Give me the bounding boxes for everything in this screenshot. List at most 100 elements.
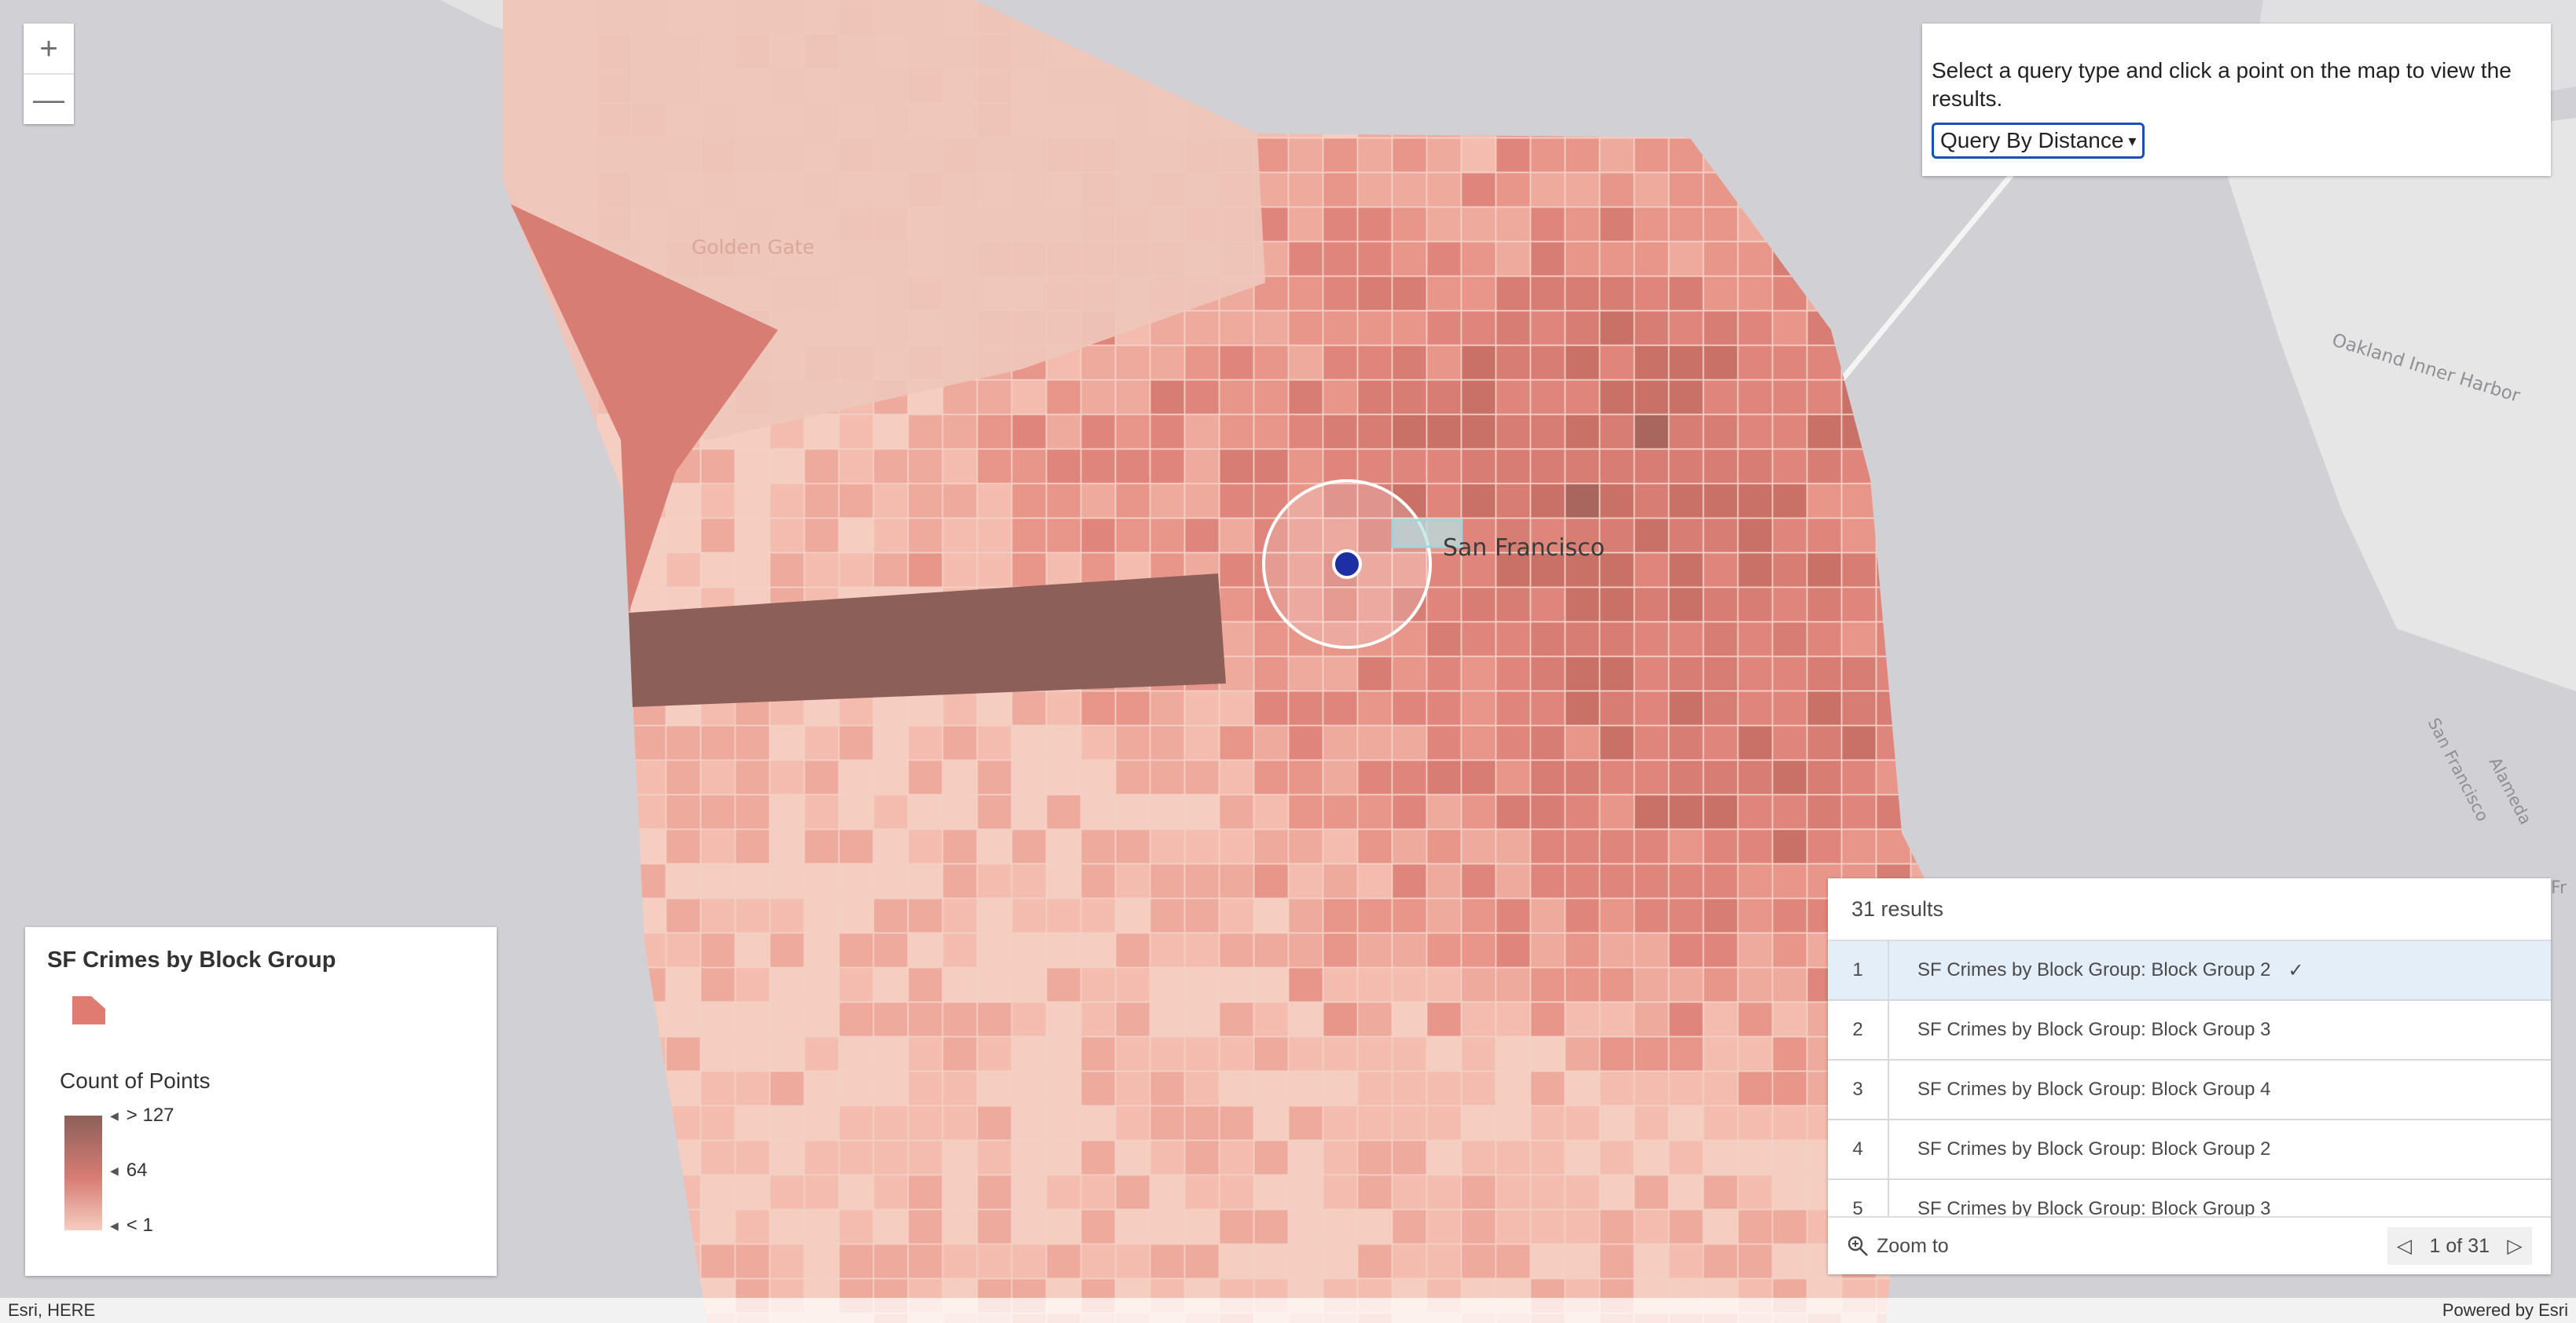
block-group-cell	[1634, 587, 1669, 622]
block-group-cell	[1668, 1175, 1704, 1210]
block-group-cell	[700, 449, 736, 484]
block-group-cell	[1115, 379, 1150, 415]
legend-layer-title: SF Crimes by Block Group	[47, 947, 336, 973]
block-group-cell	[1495, 933, 1531, 968]
block-group-cell	[1046, 1002, 1081, 1037]
block-group-cell	[666, 933, 701, 968]
block-group-cell	[838, 760, 874, 795]
block-group-cell	[1288, 863, 1323, 899]
query-type-value: Query By Distance	[1940, 128, 2124, 152]
block-group-cell	[1011, 898, 1047, 933]
block-group-cell	[1081, 379, 1116, 415]
result-row[interactable]: 1 SF Crimes by Block Group: Block Group …	[1828, 941, 2551, 1001]
results-list[interactable]: 1 SF Crimes by Block Group: Block Group …	[1828, 941, 2551, 1218]
block-group-cell	[1046, 829, 1081, 864]
block-group-cell	[1046, 518, 1081, 553]
block-group-cell	[1738, 898, 1773, 933]
block-group-cell	[1426, 621, 1462, 657]
block-group-cell	[838, 933, 874, 968]
block-group-cell	[942, 898, 978, 933]
block-group-cell	[873, 449, 908, 484]
block-group-cell	[735, 1002, 770, 1037]
block-group-cell	[1599, 345, 1635, 380]
block-group-cell	[1668, 725, 1704, 760]
block-group-cell	[1323, 1002, 1358, 1037]
block-group-cell	[1565, 829, 1600, 864]
result-row[interactable]: 2 SF Crimes by Block Group: Block Group …	[1828, 1001, 2551, 1061]
block-group-cell	[1150, 345, 1185, 380]
block-group-cell	[942, 552, 978, 588]
block-group-cell	[1392, 794, 1427, 830]
block-group-cell	[1599, 276, 1635, 311]
block-group-cell	[838, 898, 874, 933]
block-group-cell	[1392, 207, 1427, 242]
block-group-cell	[1599, 1002, 1635, 1037]
block-group-cell	[1530, 345, 1565, 380]
block-group-cell	[1323, 379, 1358, 415]
block-group-cell	[1392, 172, 1427, 207]
block-group-cell	[873, 760, 908, 795]
block-group-cell	[1495, 1175, 1531, 1210]
block-group-cell	[977, 483, 1012, 519]
block-group-cell	[1565, 379, 1600, 415]
block-group-cell	[769, 483, 805, 519]
block-group-cell	[1634, 276, 1669, 311]
block-group-cell	[1668, 1140, 1704, 1175]
zoom-to-button[interactable]: Zoom to	[1847, 1235, 1949, 1258]
block-group-cell	[1081, 345, 1116, 380]
block-group-cell	[1219, 1036, 1254, 1072]
block-group-cell	[666, 794, 701, 830]
block-group-cell	[1184, 967, 1220, 1002]
block-group-cell	[1150, 1105, 1185, 1141]
block-group-cell	[1011, 1209, 1047, 1244]
block-group-cell	[1634, 137, 1669, 173]
attribution-text[interactable]: Esri, HERE	[8, 1300, 95, 1321]
block-group-cell	[1668, 379, 1704, 415]
zoom-out-button[interactable]: —	[24, 73, 74, 124]
block-group-cell	[1288, 829, 1323, 864]
block-group-cell	[1565, 621, 1600, 657]
block-group-cell	[1011, 794, 1047, 830]
block-group-cell	[1357, 310, 1393, 346]
block-group-cell	[1323, 449, 1358, 484]
powered-by-text[interactable]: Powered by Esri	[2442, 1300, 2568, 1321]
block-group-cell	[700, 1071, 736, 1106]
block-group-cell	[1219, 414, 1254, 449]
block-group-cell	[908, 691, 943, 726]
block-group-cell	[1495, 449, 1531, 484]
block-group-cell	[1323, 1105, 1358, 1141]
block-group-cell	[1738, 379, 1773, 415]
block-group-cell	[1011, 483, 1047, 519]
result-row[interactable]: 3 SF Crimes by Block Group: Block Group …	[1828, 1061, 2551, 1120]
checkmark-icon: ✓	[2288, 959, 2304, 981]
block-group-cell	[1738, 933, 1773, 968]
zoom-in-button[interactable]: +	[24, 24, 74, 73]
block-group-cell	[1738, 1002, 1773, 1037]
block-group-cell	[1357, 1244, 1393, 1279]
block-group-cell	[1530, 1209, 1565, 1244]
block-group-cell	[769, 552, 805, 588]
block-group-cell	[804, 725, 839, 760]
block-group-cell	[1599, 1071, 1635, 1106]
result-row[interactable]: 4 SF Crimes by Block Group: Block Group …	[1828, 1120, 2551, 1180]
result-row[interactable]: 5 SF Crimes by Block Group: Block Group …	[1828, 1180, 2551, 1218]
result-title: SF Crimes by Block Group: Block Group 2	[1917, 959, 2271, 980]
block-group-cell	[1288, 414, 1323, 449]
block-group-cell	[1219, 1071, 1254, 1106]
block-group-cell	[1461, 414, 1496, 449]
previous-page-button[interactable]: ◁	[2387, 1227, 2422, 1265]
block-group-cell	[1461, 656, 1496, 691]
query-point-marker[interactable]	[1332, 549, 1362, 579]
block-group-cell	[873, 1140, 908, 1175]
block-group-cell	[1634, 552, 1669, 588]
block-group-cell	[1599, 207, 1635, 242]
block-group-cell	[700, 760, 736, 795]
next-page-button[interactable]: ▷	[2497, 1227, 2532, 1265]
block-group-cell	[1668, 241, 1704, 277]
query-type-select[interactable]: Query By Distance ▾	[1932, 123, 2145, 159]
block-group-cell	[1081, 760, 1116, 795]
block-group-cell	[1046, 1036, 1081, 1072]
block-group-cell	[1599, 1209, 1635, 1244]
block-group-cell	[1081, 1036, 1116, 1072]
block-group-cell	[1530, 691, 1565, 726]
